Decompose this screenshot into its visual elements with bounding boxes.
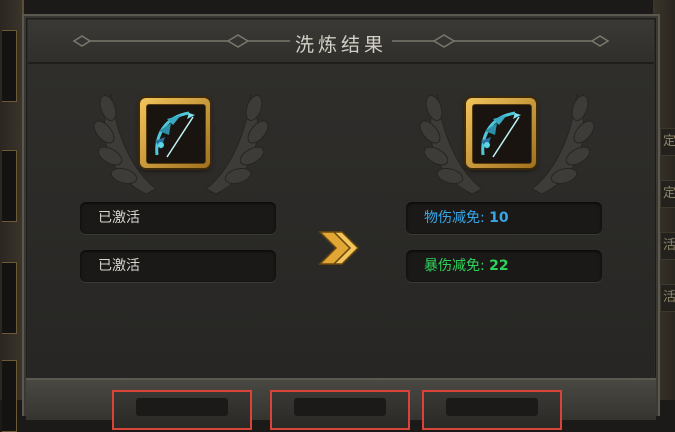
item-slot-before[interactable] — [140, 98, 210, 168]
background-label: 活 — [660, 232, 675, 260]
attribute-text: 已激活 — [98, 258, 140, 274]
attribute-after-1: 物伤减免: 10 — [406, 202, 602, 234]
button-bar — [26, 378, 656, 430]
attribute-text: 已激活 — [98, 210, 140, 226]
button-face — [136, 398, 228, 416]
button-face — [446, 398, 538, 416]
background-slot — [2, 360, 17, 432]
button-face — [294, 398, 386, 416]
refine-result-dialog: 洗炼结果 已激活 已激活 物伤减免: 10 暴伤减免: 22 — [22, 14, 660, 430]
attribute-value: 22 — [489, 258, 509, 274]
attribute-before-2: 已激活 — [80, 250, 276, 282]
attribute-after-2: 暴伤减免: 22 — [406, 250, 602, 282]
dialog-content: 已激活 已激活 物伤减免: 10 暴伤减免: 22 — [28, 64, 654, 378]
bow-weapon-icon — [146, 104, 206, 164]
background-slot — [2, 30, 17, 102]
attribute-before-1: 已激活 — [80, 202, 276, 234]
background-left-panel — [0, 0, 24, 432]
title-ornament-right — [392, 34, 610, 48]
background-label: 活 — [660, 284, 675, 312]
action-button-3[interactable] — [422, 390, 562, 430]
background-slot — [2, 262, 17, 334]
attribute-value: 10 — [489, 210, 509, 226]
title-bar: 洗炼结果 — [28, 20, 654, 64]
bow-weapon-icon — [472, 104, 532, 164]
action-button-1[interactable] — [112, 390, 252, 430]
double-chevron-right-icon — [318, 231, 360, 265]
attribute-label: 暴伤减免: — [424, 258, 485, 274]
background-label: 定 — [660, 180, 675, 208]
action-button-2[interactable] — [270, 390, 410, 430]
item-slot-after[interactable] — [466, 98, 536, 168]
attribute-label: 物伤减免: — [424, 210, 485, 226]
background-slot — [2, 150, 17, 222]
background-label: 定 — [660, 128, 675, 156]
